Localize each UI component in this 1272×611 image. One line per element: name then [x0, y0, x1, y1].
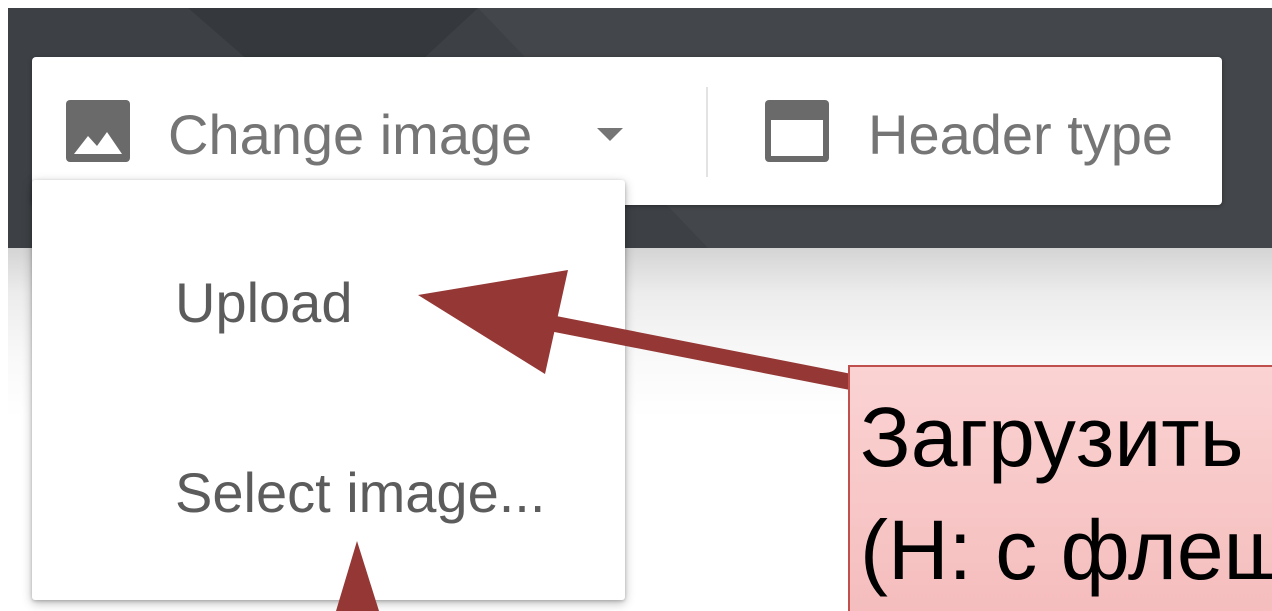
change-image-menu: Upload Select image...: [32, 180, 625, 600]
header-type-button[interactable]: Header type: [732, 57, 1222, 205]
annotation-line-1: Загрузить: [860, 390, 1244, 484]
change-image-label: Change image: [168, 103, 533, 166]
menu-item-label: Upload: [175, 271, 353, 334]
annotation-callout: Загрузить (Н: с флеш: [848, 365, 1272, 611]
menu-item-select-image[interactable]: Select image...: [32, 390, 625, 580]
header-type-label: Header type: [868, 103, 1174, 166]
dropdown-arrow-icon: [597, 128, 623, 141]
toolbar-divider: [706, 87, 708, 177]
image-icon: [66, 100, 130, 162]
header-type-icon: [765, 100, 829, 162]
menu-item-label: Select image...: [175, 461, 546, 524]
annotation-line-2: (Н: с флеш: [860, 503, 1272, 597]
menu-item-upload[interactable]: Upload: [32, 200, 625, 390]
